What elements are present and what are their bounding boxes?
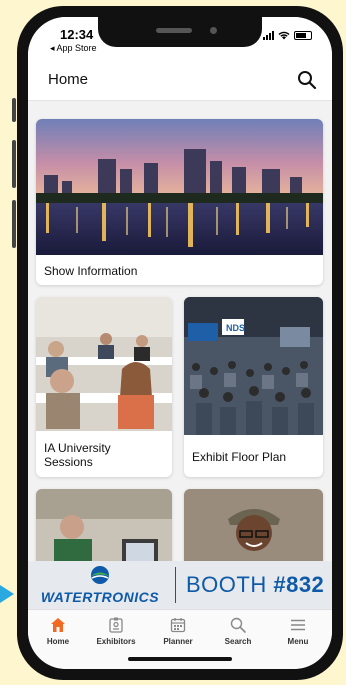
app-screen: 12:34 ◂ App Store Home Show Information … <box>28 17 332 669</box>
tab-menu[interactable]: Menu <box>268 616 328 646</box>
search-icon[interactable] <box>296 69 318 91</box>
phone-notch <box>98 17 262 47</box>
exhibit-hall-crowd-image: NDS <box>184 297 323 435</box>
tab-planner-label: Planner <box>163 637 193 646</box>
long-beach-skyline-image <box>36 119 323 255</box>
phone-mute-switch <box>12 98 16 122</box>
tab-exhibitors-label: Exhibitors <box>96 637 136 646</box>
tab-bar: Home Exhibitors Planner Search Menu <box>28 609 332 669</box>
exhibit-floor-plan-card[interactable]: NDS Exhibit Floor Plan <box>184 297 323 477</box>
ia-university-label-line2: Sessions <box>44 455 93 469</box>
calendar-icon <box>170 618 186 633</box>
menu-icon <box>291 619 305 631</box>
notch-speaker <box>156 28 192 33</box>
page-title: Home <box>48 71 89 88</box>
classroom-session-image <box>36 297 172 431</box>
ia-university-card[interactable]: IA University Sessions <box>36 297 172 477</box>
signal-icon <box>263 31 274 40</box>
tab-exhibitors[interactable]: Exhibitors <box>86 616 146 646</box>
booth-number: #832 <box>273 572 325 597</box>
sponsor-banner[interactable]: WATERTRONICS BOOTH #832 <box>28 561 332 609</box>
tab-home[interactable]: Home <box>28 616 88 646</box>
status-icons <box>263 31 312 40</box>
home-indicator[interactable] <box>128 657 232 661</box>
battery-icon <box>294 31 312 40</box>
notch-camera <box>210 27 217 34</box>
show-information-label: Show Information <box>44 264 138 278</box>
booth-prefix: BOOTH <box>186 572 274 597</box>
tab-search[interactable]: Search <box>208 616 268 646</box>
booth-text: BOOTH #832 <box>186 572 324 598</box>
search-icon <box>230 617 246 633</box>
back-to-app-store-link[interactable]: ◂ App Store <box>50 43 97 54</box>
badge-icon <box>109 617 123 633</box>
nds-sign-text: NDS <box>226 323 245 333</box>
banner-divider <box>175 567 176 603</box>
phone-volume-up <box>12 140 16 188</box>
tab-search-label: Search <box>224 637 252 646</box>
tab-planner[interactable]: Planner <box>148 616 208 646</box>
tab-home-label: Home <box>46 637 70 646</box>
watertronics-drop-icon <box>91 566 109 584</box>
tab-menu-label: Menu <box>287 637 309 646</box>
exhibit-floor-plan-label: Exhibit Floor Plan <box>192 450 287 464</box>
phone-volume-down <box>12 200 16 248</box>
watertronics-logo: WATERTRONICS <box>36 565 164 605</box>
app-header: Home <box>28 61 332 101</box>
home-content: Show Information IA University Sessions … <box>28 101 332 579</box>
phone-frame: 12:34 ◂ App Store Home Show Information … <box>17 6 343 680</box>
show-information-card[interactable]: Show Information <box>36 119 323 285</box>
ia-university-label-line1: IA University <box>44 441 111 455</box>
wifi-icon <box>278 31 290 40</box>
pointer-arrow <box>0 585 14 603</box>
status-time: 12:34 <box>60 27 94 42</box>
home-icon <box>51 618 65 632</box>
watertronics-brand: WATERTRONICS <box>40 589 160 605</box>
